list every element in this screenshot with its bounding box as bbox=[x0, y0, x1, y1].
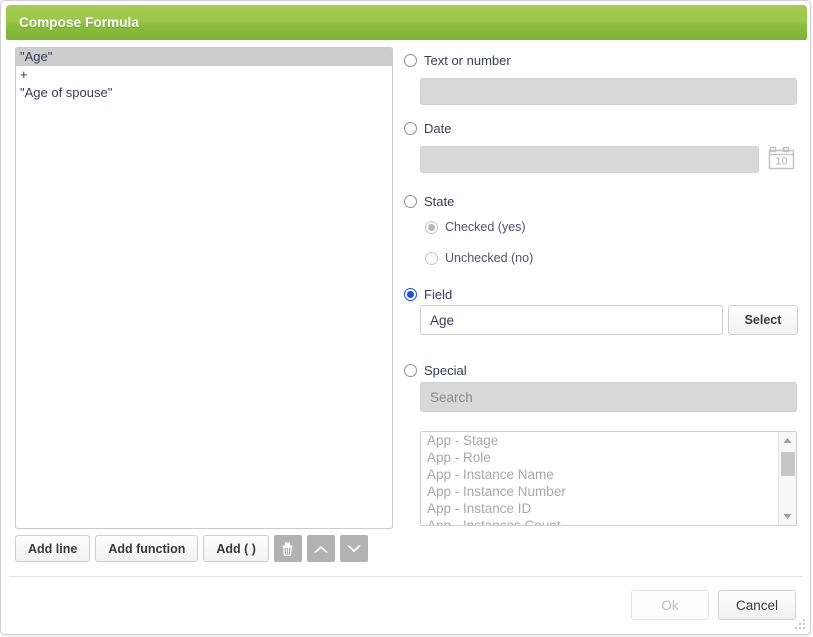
list-item[interactable]: App - Role bbox=[421, 449, 778, 466]
chevron-up-icon bbox=[312, 542, 330, 556]
value-type-panel: Text or number Date 10 State Checked (ye… bbox=[404, 53, 804, 526]
special-items-list[interactable]: App - Stage App - Role App - Instance Na… bbox=[420, 431, 797, 526]
option-text-or-number[interactable]: Text or number bbox=[404, 53, 804, 68]
text-or-number-input[interactable] bbox=[420, 78, 797, 105]
radio-state-unchecked[interactable] bbox=[425, 251, 438, 265]
list-item[interactable]: App - Instance Name bbox=[421, 466, 778, 483]
special-list-scrollbar[interactable] bbox=[778, 432, 796, 525]
calendar-icon[interactable]: 10 bbox=[766, 142, 797, 173]
calendar-day-label: 10 bbox=[775, 156, 787, 168]
option-state-checked[interactable]: Checked (yes) bbox=[425, 220, 526, 234]
option-label-state-unchecked: Unchecked (no) bbox=[445, 251, 534, 265]
option-label-date: Date bbox=[424, 121, 452, 136]
radio-text-or-number[interactable] bbox=[404, 54, 417, 67]
option-special[interactable]: Special bbox=[404, 363, 467, 378]
option-label-state: State bbox=[424, 194, 455, 209]
formula-editor[interactable]: "Age" + "Age of spouse" bbox=[15, 47, 393, 529]
list-item[interactable]: App - Stage bbox=[421, 432, 778, 449]
trash-icon bbox=[280, 541, 295, 557]
option-label-state-checked: Checked (yes) bbox=[445, 220, 526, 234]
formula-toolbar: Add line Add function Add ( ) bbox=[15, 535, 368, 562]
scrollbar-thumb[interactable] bbox=[781, 452, 795, 476]
cancel-button[interactable]: Cancel bbox=[718, 590, 796, 620]
select-field-button[interactable]: Select bbox=[728, 305, 798, 335]
formula-line[interactable]: "Age of spouse" bbox=[16, 84, 392, 102]
option-state[interactable]: State bbox=[404, 194, 454, 209]
option-field[interactable]: Field bbox=[404, 287, 452, 302]
formula-line[interactable]: + bbox=[16, 66, 392, 84]
resize-grip[interactable] bbox=[793, 617, 807, 631]
list-item[interactable]: App - Instance ID bbox=[421, 500, 778, 517]
option-date[interactable]: Date bbox=[404, 121, 451, 136]
option-state-unchecked[interactable]: Unchecked (no) bbox=[425, 251, 533, 265]
radio-state-checked[interactable] bbox=[425, 220, 438, 234]
ok-button[interactable]: Ok bbox=[631, 590, 709, 620]
add-line-button[interactable]: Add line bbox=[15, 535, 91, 562]
scroll-down-arrow[interactable] bbox=[779, 508, 796, 525]
option-label-special: Special bbox=[424, 363, 467, 378]
move-line-down-button[interactable] bbox=[339, 535, 368, 562]
option-label-field: Field bbox=[424, 287, 453, 302]
move-line-up-button[interactable] bbox=[306, 535, 335, 562]
date-input[interactable] bbox=[420, 146, 759, 173]
formula-line[interactable]: "Age" bbox=[16, 48, 392, 66]
special-search-input[interactable] bbox=[420, 382, 797, 412]
radio-special[interactable] bbox=[404, 364, 417, 377]
list-item[interactable]: App - Instances Count bbox=[421, 517, 778, 525]
dialog-title: Compose Formula bbox=[19, 15, 140, 30]
dialog-footer: Ok Cancel bbox=[631, 590, 796, 620]
field-value-input[interactable] bbox=[420, 305, 723, 335]
list-item[interactable]: App - Instance Number bbox=[421, 483, 778, 500]
footer-divider bbox=[9, 576, 803, 577]
add-function-button[interactable]: Add function bbox=[95, 535, 199, 562]
dialog-titlebar: Compose Formula bbox=[6, 5, 807, 40]
delete-line-button[interactable] bbox=[273, 535, 302, 562]
radio-state[interactable] bbox=[404, 195, 417, 208]
scroll-up-arrow[interactable] bbox=[779, 432, 796, 449]
compose-formula-dialog: Compose Formula "Age" + "Age of spouse" … bbox=[0, 0, 811, 635]
radio-field[interactable] bbox=[404, 288, 417, 301]
radio-date[interactable] bbox=[404, 122, 417, 135]
add-parentheses-button[interactable]: Add ( ) bbox=[203, 535, 269, 562]
option-label-text-or-number: Text or number bbox=[424, 53, 511, 68]
chevron-down-icon bbox=[345, 542, 363, 556]
